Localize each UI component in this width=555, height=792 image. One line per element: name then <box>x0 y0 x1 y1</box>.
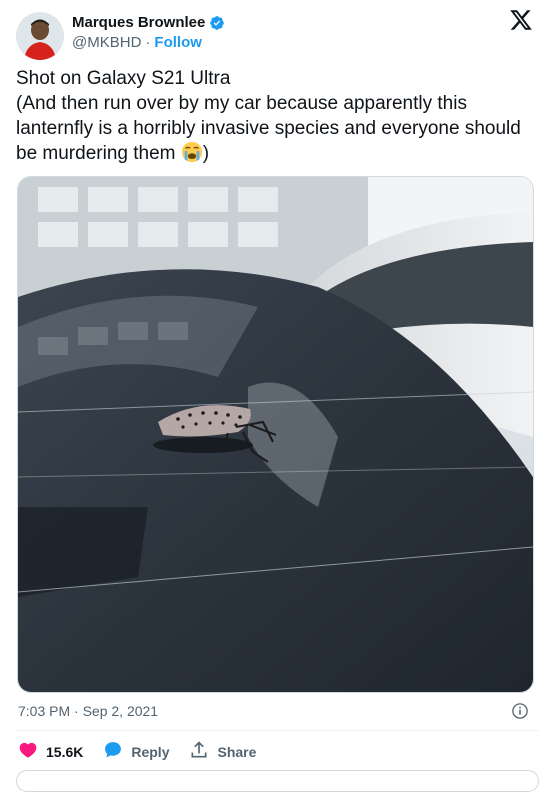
x-logo-icon[interactable] <box>509 8 533 32</box>
reply-label: Reply <box>131 743 170 760</box>
share-button[interactable]: Share <box>189 740 256 763</box>
divider <box>16 730 539 731</box>
handle-separator: · <box>145 34 151 51</box>
info-icon[interactable] <box>511 702 529 720</box>
tweet-header: Marques Brownlee @MKBHD · Follow <box>16 8 539 60</box>
author-handle[interactable]: @MKBHD <box>72 34 141 51</box>
tweet-text: Shot on Galaxy S21 Ultra (And then run o… <box>16 66 536 166</box>
like-button[interactable]: 15.6K <box>18 740 83 763</box>
tweet-text-end: ) <box>202 143 210 164</box>
verified-badge-icon <box>209 15 225 31</box>
read-replies-button[interactable] <box>16 770 539 792</box>
follow-button[interactable]: Follow <box>154 34 202 51</box>
tweet-actions: 15.6K Reply Share <box>18 740 256 763</box>
author-name[interactable]: Marques Brownlee <box>72 14 205 31</box>
avatar[interactable] <box>16 12 64 60</box>
tweet-text-line1: Shot on Galaxy S21 Ultra <box>16 68 231 89</box>
tweet-card: Marques Brownlee @MKBHD · Follow Shot on… <box>0 0 555 792</box>
crying-face-emoji-icon <box>181 141 203 163</box>
tweet-timestamp[interactable]: 7:03 PM · Sep 2, 2021 <box>18 703 158 719</box>
share-icon <box>189 740 209 763</box>
like-count: 15.6K <box>46 743 84 760</box>
heart-icon <box>18 740 38 763</box>
author-info: Marques Brownlee @MKBHD · Follow <box>72 14 225 51</box>
share-label: Share <box>217 743 257 760</box>
reply-button[interactable]: Reply <box>103 740 169 763</box>
tweet-text-line2: (And then run over by my car because app… <box>16 93 527 164</box>
tweet-photo[interactable] <box>17 176 534 693</box>
reply-icon <box>103 740 123 763</box>
